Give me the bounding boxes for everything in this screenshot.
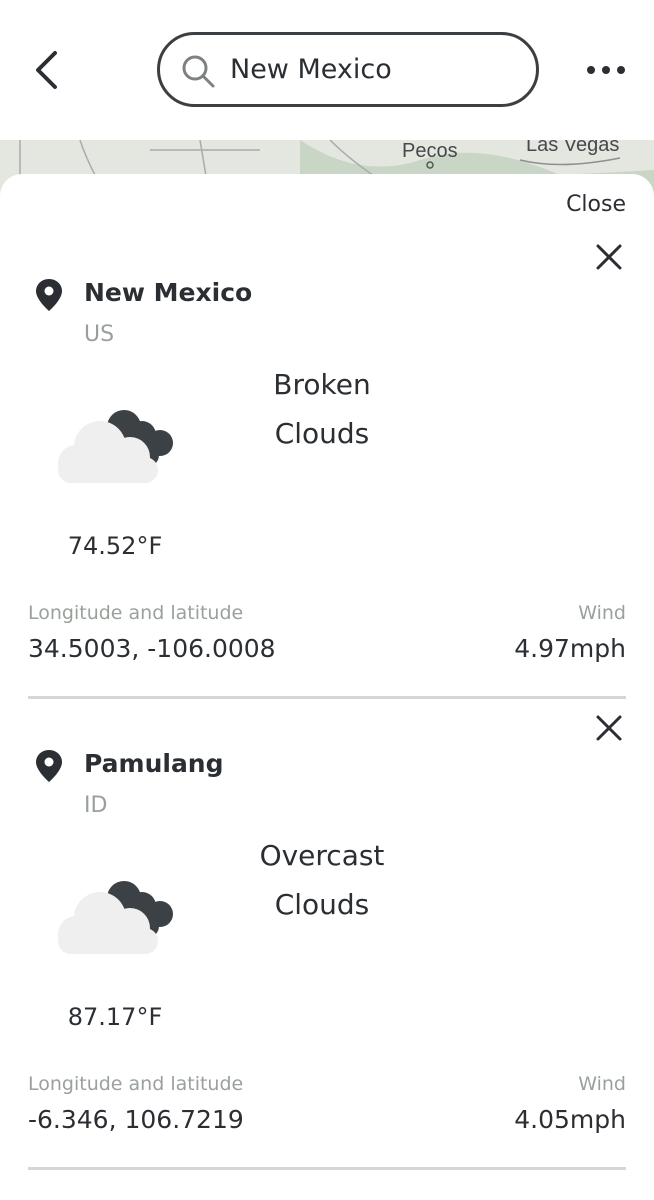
country-code: US	[84, 322, 115, 347]
wind-label: Wind	[578, 602, 626, 624]
weather-description-line2: Clouds	[274, 888, 370, 921]
more-horizontal-icon	[587, 66, 625, 74]
city-name: New Mexico	[84, 278, 253, 307]
card-divider	[28, 1167, 626, 1170]
wind-label: Wind	[578, 1073, 626, 1095]
weather-description-line1: Broken	[273, 368, 371, 401]
weather-list-panel: Close New Mexico US Broken Clouds 74.52°…	[0, 174, 654, 1200]
weather-card: New Mexico US Broken Clouds 74.52°F Long…	[0, 174, 654, 699]
wind-value: 4.05mph	[514, 1105, 626, 1134]
map-label-pecos: Pecos	[402, 140, 458, 162]
city-name: Pamulang	[84, 749, 224, 778]
weather-description-line1: Overcast	[259, 839, 385, 872]
close-icon[interactable]	[594, 713, 624, 743]
weather-description: Broken Clouds	[222, 360, 422, 458]
weather-card: Pamulang ID Overcast Clouds 87.17°F Long…	[0, 645, 654, 1170]
temperature: 87.17°F	[67, 1003, 163, 1031]
close-icon[interactable]	[594, 242, 624, 272]
broken-clouds-icon	[58, 410, 173, 483]
weather-description-line2: Clouds	[274, 417, 370, 450]
lonlat-label: Longitude and latitude	[28, 1073, 244, 1095]
lonlat-label: Longitude and latitude	[28, 602, 244, 624]
chevron-left-icon	[36, 51, 57, 89]
back-button[interactable]	[28, 45, 68, 95]
overcast-clouds-icon	[58, 881, 173, 954]
search-icon	[182, 55, 215, 88]
top-bar	[0, 0, 654, 140]
temperature: 74.52°F	[67, 532, 163, 560]
location-pin-icon	[36, 750, 62, 782]
location-pin-icon	[36, 279, 62, 311]
search-input[interactable]	[230, 47, 520, 92]
map-label-las-vegas: Las Vegas	[526, 140, 620, 156]
app-screen: Pecos Las Vegas Close New Mexico US	[0, 0, 654, 1200]
lonlat-value: -6.346, 106.7219	[28, 1105, 244, 1134]
weather-description: Overcast Clouds	[222, 831, 422, 929]
country-code: ID	[84, 793, 108, 818]
more-options-button[interactable]	[584, 52, 628, 88]
search-bar[interactable]	[157, 32, 539, 107]
